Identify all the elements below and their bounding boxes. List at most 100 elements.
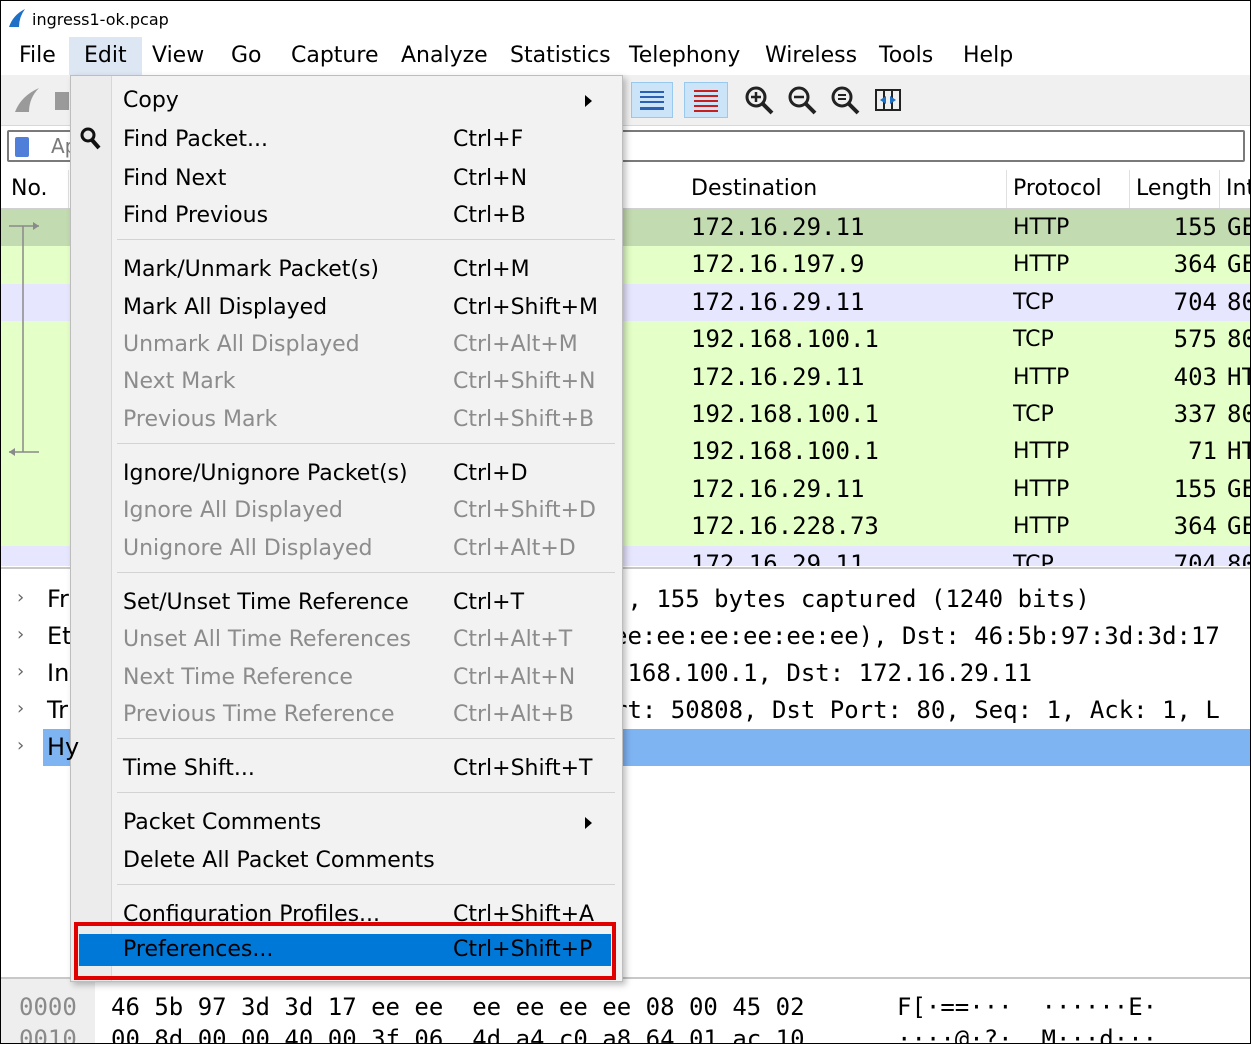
zoom-in-icon[interactable]: [743, 84, 775, 116]
detail-label: In: [47, 659, 70, 687]
menu-file[interactable]: File: [19, 37, 56, 75]
packet-destination: 192.168.100.1: [691, 325, 879, 354]
column-no[interactable]: No.: [5, 170, 69, 208]
menu-item-label: Unmark All Displayed: [123, 332, 360, 357]
menu-help[interactable]: Help: [963, 37, 1013, 75]
wireshark-fin-icon: [9, 9, 25, 27]
detail-label: Et: [47, 622, 72, 650]
menu-separator: [117, 239, 615, 240]
menu-item-label: Find Packet...: [123, 127, 269, 152]
expand-arrow-icon[interactable]: ›: [17, 735, 24, 756]
menu-statistics[interactable]: Statistics: [510, 37, 611, 75]
menu-item-find-next[interactable]: Find Next Ctrl+N: [71, 160, 622, 197]
menu-wireless[interactable]: Wireless: [765, 37, 857, 75]
menu-item-mark-unmark[interactable]: Mark/Unmark Packet(s) Ctrl+M: [71, 251, 622, 288]
menu-item-label: Next Time Reference: [123, 665, 353, 690]
column-protocol[interactable]: Protocol: [1007, 170, 1130, 208]
packet-protocol: TCP: [1013, 327, 1054, 353]
expand-arrow-icon[interactable]: ›: [17, 587, 24, 608]
start-capture-fin-icon[interactable]: [11, 84, 43, 116]
column-info[interactable]: Int: [1220, 170, 1250, 208]
colorize-list-icon: [640, 91, 664, 110]
expand-arrow-icon[interactable]: ›: [17, 624, 24, 645]
packet-destination: 172.16.29.11: [691, 474, 865, 503]
auto-scroll-button[interactable]: [684, 82, 728, 118]
packet-length: 364: [1173, 512, 1217, 541]
menu-item-label: Packet Comments: [123, 810, 322, 835]
menu-tools[interactable]: Tools: [879, 37, 933, 75]
menu-item-label: Find Next: [123, 166, 227, 191]
menu-telephony[interactable]: Telephony: [629, 37, 740, 75]
menu-item-next-mark: Next Mark Ctrl+Shift+N: [71, 363, 622, 400]
packet-destination: 192.168.100.1: [691, 437, 879, 466]
window-title: ingress1-ok.pcap: [32, 10, 169, 29]
conversation-bracket-icon: [9, 222, 39, 456]
detail-text: rt: 50808, Dst Port: 80, Seq: 1, Ack: 1,…: [613, 696, 1220, 724]
detail-label: Tr: [47, 696, 68, 724]
packet-info: GE: [1227, 512, 1250, 541]
menu-item-mark-all-displayed[interactable]: Mark All Displayed Ctrl+Shift+M: [71, 289, 622, 326]
packet-length: 155: [1173, 474, 1217, 503]
column-destination[interactable]: Destination: [685, 170, 1007, 208]
packet-destination: 172.16.197.9: [691, 250, 865, 279]
menu-item-packet-comments[interactable]: Packet Comments: [71, 804, 622, 841]
packet-length: 337: [1173, 400, 1217, 428]
menu-item-find-packet[interactable]: Find Packet... Ctrl+F: [71, 121, 622, 158]
menu-view[interactable]: View: [152, 37, 204, 75]
bytes-row[interactable]: 0010 00 8d 00 00 40 00 3f 06 4d a4 c0 a8…: [1, 1023, 1250, 1044]
menu-item-copy[interactable]: Copy: [71, 82, 622, 119]
detail-text: ), 155 bytes captured (1240 bits): [613, 585, 1090, 613]
menu-item-ignore-unignore[interactable]: Ignore/Unignore Packet(s) Ctrl+D: [71, 455, 622, 492]
packet-destination: 172.16.228.73: [691, 512, 879, 541]
packet-protocol: TCP: [1013, 551, 1054, 566]
menu-item-shortcut: Ctrl+Alt+B: [453, 702, 574, 727]
menu-item-shortcut: Ctrl+Alt+T: [453, 627, 573, 652]
annotation-highlight-box: [74, 922, 616, 980]
menu-item-ignore-all-displayed: Ignore All Displayed Ctrl+Shift+D: [71, 492, 622, 529]
packet-info: GE: [1227, 474, 1250, 503]
menu-separator: [117, 738, 615, 739]
menu-item-shortcut: Ctrl+Shift+B: [453, 407, 595, 432]
menu-item-label: Time Shift...: [123, 756, 255, 781]
menu-item-delete-all-packet-comments[interactable]: Delete All Packet Comments: [71, 842, 622, 879]
byte-offset: 0000: [19, 993, 77, 1021]
menu-item-unmark-all-displayed: Unmark All Displayed Ctrl+Alt+M: [71, 326, 622, 363]
normal-size-icon[interactable]: [829, 84, 861, 116]
menu-item-time-shift[interactable]: Time Shift... Ctrl+Shift+T: [71, 750, 622, 787]
menu-item-label: Copy: [123, 88, 179, 113]
colorize-button[interactable]: [631, 82, 673, 118]
packet-info: GE: [1227, 250, 1250, 279]
zoom-out-icon[interactable]: [786, 84, 818, 116]
bookmark-icon[interactable]: [15, 137, 29, 157]
resize-columns-icon[interactable]: [872, 84, 904, 116]
packet-info: 80: [1227, 287, 1250, 316]
column-length[interactable]: Length: [1130, 170, 1220, 208]
auto-scroll-icon: [694, 90, 718, 112]
stop-capture-icon[interactable]: [53, 84, 69, 116]
expand-arrow-icon[interactable]: ›: [17, 661, 24, 682]
menu-capture[interactable]: Capture: [291, 37, 378, 75]
byte-ascii[interactable]: F[·==··· ······E·: [897, 991, 1157, 1023]
byte-hex[interactable]: 46 5b 97 3d 3d 17 ee ee ee ee ee ee 08 0…: [111, 991, 805, 1023]
menu-separator: [117, 443, 615, 444]
bytes-row[interactable]: 0000 46 5b 97 3d 3d 17 ee ee ee ee ee ee…: [1, 991, 1250, 1023]
packet-length: 704: [1173, 549, 1217, 566]
byte-offset: 0010: [19, 1025, 77, 1044]
menu-bar: File Edit View Go Capture Analyze Statis…: [1, 37, 1250, 75]
menu-analyze[interactable]: Analyze: [401, 37, 488, 75]
menu-item-find-previous[interactable]: Find Previous Ctrl+B: [71, 197, 622, 234]
byte-hex[interactable]: 00 8d 00 00 40 00 3f 06 4d a4 c0 a8 64 0…: [111, 1023, 805, 1043]
packet-length: 403: [1173, 362, 1217, 391]
menu-edit[interactable]: Edit: [69, 37, 142, 75]
menu-item-shortcut: Ctrl+Alt+D: [453, 536, 576, 561]
menu-go[interactable]: Go: [231, 37, 262, 75]
byte-ascii[interactable]: ····@·?· M···d···: [897, 1023, 1157, 1043]
packet-protocol: HTTP: [1013, 439, 1070, 465]
expand-arrow-icon[interactable]: ›: [17, 698, 24, 719]
packet-info: 80: [1227, 325, 1250, 354]
menu-item-shortcut: Ctrl+Alt+M: [453, 332, 578, 357]
menu-item-label: Previous Mark: [123, 407, 278, 432]
menu-item-shortcut: Ctrl+B: [453, 203, 526, 228]
menu-item-set-unset-time-reference[interactable]: Set/Unset Time Reference Ctrl+T: [71, 584, 622, 621]
menu-separator: [117, 792, 615, 793]
